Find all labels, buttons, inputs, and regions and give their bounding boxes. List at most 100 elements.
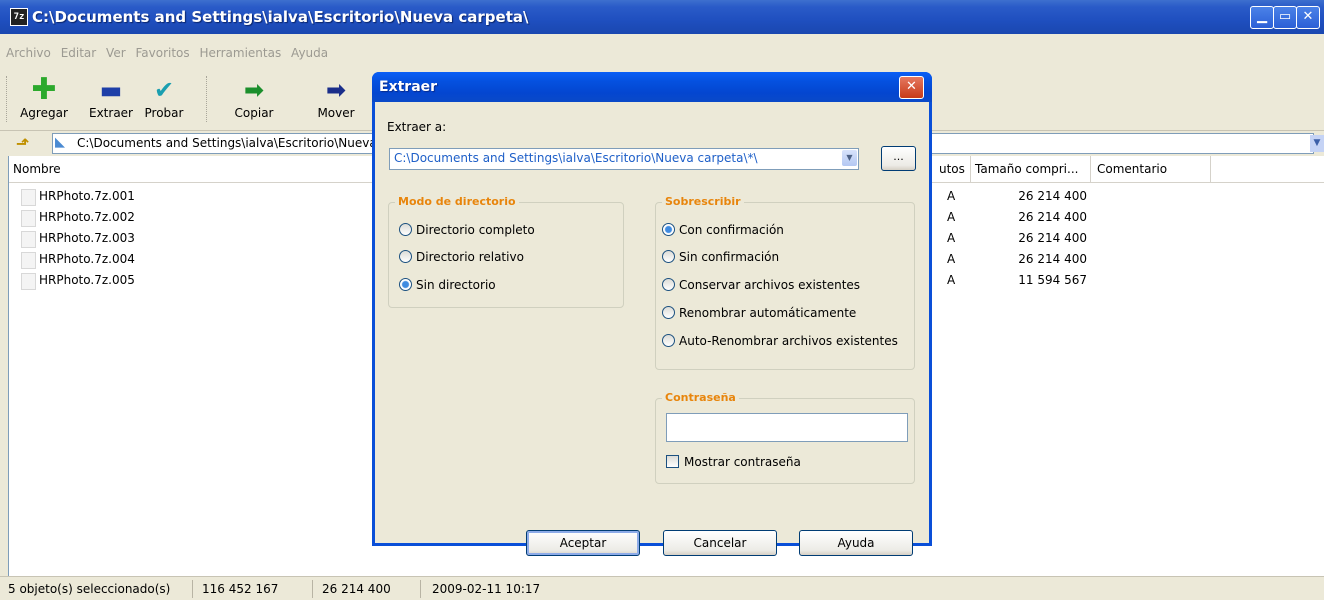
extract-to-value: C:\Documents and Settings\ialva\Escritor… xyxy=(392,150,760,167)
toolbar-grip-2[interactable] xyxy=(206,76,210,122)
file-attr: A xyxy=(947,273,956,287)
window-titlebar[interactable]: 7z C:\Documents and Settings\ialva\Escri… xyxy=(0,0,1324,34)
radio-icon xyxy=(662,250,675,263)
close-window-button[interactable]: ✕ xyxy=(1296,6,1320,29)
radio-directorio-completo[interactable]: Directorio completo xyxy=(399,223,535,237)
column-nombre[interactable]: Nombre xyxy=(9,156,373,182)
password-input[interactable] xyxy=(666,413,908,442)
address-dropdown-icon[interactable]: ▼ xyxy=(1310,135,1324,152)
window-title: C:\Documents and Settings\ialva\Escritor… xyxy=(32,8,529,26)
status-divider xyxy=(312,580,313,598)
browse-button[interactable]: ... xyxy=(881,146,916,171)
file-name: HRPhoto.7z.003 xyxy=(39,231,135,245)
dialog-close-button[interactable]: ✕ xyxy=(899,76,924,99)
file-icon xyxy=(21,189,36,206)
status-divider xyxy=(420,580,421,598)
move-label: Mover xyxy=(317,106,355,120)
password-title: Contraseña xyxy=(662,391,739,404)
radio-icon xyxy=(399,250,412,263)
minimize-button[interactable]: ▁ xyxy=(1250,6,1274,29)
status-total-size: 116 452 167 xyxy=(202,582,279,596)
radio-conservar-archivos[interactable]: Conservar archivos existentes xyxy=(662,278,860,292)
column-atributos[interactable]: utos xyxy=(933,156,971,182)
plus-icon: ✚ xyxy=(31,72,57,107)
radio-label: Directorio completo xyxy=(416,223,535,237)
column-tamano-comprimido[interactable]: Tamaño compri... xyxy=(971,156,1091,182)
dialog-body: Extraer a: C:\Documents and Settings\ial… xyxy=(375,102,929,556)
file-name: HRPhoto.7z.005 xyxy=(39,273,135,287)
ok-button[interactable]: Aceptar xyxy=(526,530,640,556)
menu-bar: Archivo Editar Ver Favoritos Herramienta… xyxy=(0,34,1324,69)
file-name: HRPhoto.7z.001 xyxy=(39,189,135,203)
menu-ver[interactable]: Ver xyxy=(106,46,126,60)
extract-button[interactable]: ▬ Extraer xyxy=(82,74,140,120)
copy-button[interactable]: ➡ Copiar xyxy=(228,74,280,120)
overwrite-group: Sobrescribir Con confirmación Sin confir… xyxy=(655,195,915,370)
help-button[interactable]: Ayuda xyxy=(799,530,913,556)
file-attr: A xyxy=(947,231,956,245)
status-selected: 5 objeto(s) seleccionado(s) xyxy=(8,582,171,596)
test-button[interactable]: ✔ Probar xyxy=(140,74,188,120)
cancel-button[interactable]: Cancelar xyxy=(663,530,777,556)
chevron-down-icon[interactable]: ▼ xyxy=(842,150,857,166)
test-label: Probar xyxy=(144,106,184,120)
dir-mode-group: Modo de directorio Directorio completo D… xyxy=(388,195,624,308)
move-button[interactable]: ➡ Mover xyxy=(310,74,362,120)
extract-label: Extraer xyxy=(89,106,133,120)
overwrite-title: Sobrescribir xyxy=(662,195,744,208)
radio-icon xyxy=(662,306,675,319)
status-bar: 5 objeto(s) seleccionado(s) 116 452 167 … xyxy=(0,576,1324,600)
up-folder-icon[interactable]: ⬏ xyxy=(16,134,29,153)
folder-icon: ◣ xyxy=(55,135,65,150)
menu-herramientas[interactable]: Herramientas xyxy=(199,46,281,60)
file-size: 26 214 400 xyxy=(1018,252,1087,266)
radio-selected-icon xyxy=(662,223,675,236)
radio-label: Sin confirmación xyxy=(679,250,780,264)
extract-dialog: Extraer ✕ Extraer a: C:\Documents and Se… xyxy=(372,72,932,556)
radio-directorio-relativo[interactable]: Directorio relativo xyxy=(399,250,524,264)
file-icon xyxy=(21,231,36,248)
menu-archivo[interactable]: Archivo xyxy=(6,46,51,60)
file-size: 26 214 400 xyxy=(1018,189,1087,203)
radio-renombrar-automaticamente[interactable]: Renombrar automáticamente xyxy=(662,306,856,320)
radio-label: Con confirmación xyxy=(679,223,784,237)
add-button[interactable]: ✚ Agregar xyxy=(14,72,74,121)
maximize-button[interactable]: ▭ xyxy=(1273,6,1297,29)
7zip-app-icon: 7z xyxy=(10,8,28,26)
copy-arrow-icon: ➡ xyxy=(243,76,265,104)
file-size: 11 594 567 xyxy=(1018,273,1087,287)
file-name: HRPhoto.7z.002 xyxy=(39,210,135,224)
radio-selected-icon xyxy=(399,278,412,291)
move-arrow-icon: ➡ xyxy=(325,76,347,104)
radio-label: Auto-Renombrar archivos existentes xyxy=(679,334,898,348)
check-icon: ✔ xyxy=(153,76,175,104)
status-divider xyxy=(192,580,193,598)
radio-sin-directorio[interactable]: Sin directorio xyxy=(399,278,496,292)
file-icon xyxy=(21,252,36,269)
minus-icon: ▬ xyxy=(99,76,123,104)
file-name: HRPhoto.7z.004 xyxy=(39,252,135,266)
extract-to-combo[interactable]: C:\Documents and Settings\ialva\Escritor… xyxy=(389,148,859,170)
dialog-title: Extraer xyxy=(379,79,438,95)
file-attr: A xyxy=(947,210,956,224)
radio-sin-confirmacion[interactable]: Sin confirmación xyxy=(662,250,779,264)
password-group: Contraseña Mostrar contraseña xyxy=(655,391,915,484)
radio-auto-renombrar[interactable]: Auto-Renombrar archivos existentes xyxy=(662,334,898,348)
extract-to-label: Extraer a: xyxy=(387,120,447,134)
file-size: 26 214 400 xyxy=(1018,210,1087,224)
menu-ayuda[interactable]: Ayuda xyxy=(291,46,328,60)
checkbox-icon xyxy=(666,455,679,468)
show-password-checkbox[interactable]: Mostrar contraseña xyxy=(666,455,801,469)
menu-favoritos[interactable]: Favoritos xyxy=(135,46,189,60)
toolbar-grip[interactable] xyxy=(6,76,10,122)
column-comentario[interactable]: Comentario xyxy=(1091,156,1211,182)
dialog-titlebar[interactable]: Extraer ✕ xyxy=(372,72,932,102)
radio-label: Conservar archivos existentes xyxy=(679,278,861,292)
file-size: 26 214 400 xyxy=(1018,231,1087,245)
radio-label: Renombrar automáticamente xyxy=(679,306,857,320)
file-attr: A xyxy=(947,189,956,203)
radio-con-confirmacion[interactable]: Con confirmación xyxy=(662,223,784,237)
radio-label: Directorio relativo xyxy=(416,250,524,264)
status-item-size: 26 214 400 xyxy=(322,582,391,596)
menu-editar[interactable]: Editar xyxy=(61,46,97,60)
